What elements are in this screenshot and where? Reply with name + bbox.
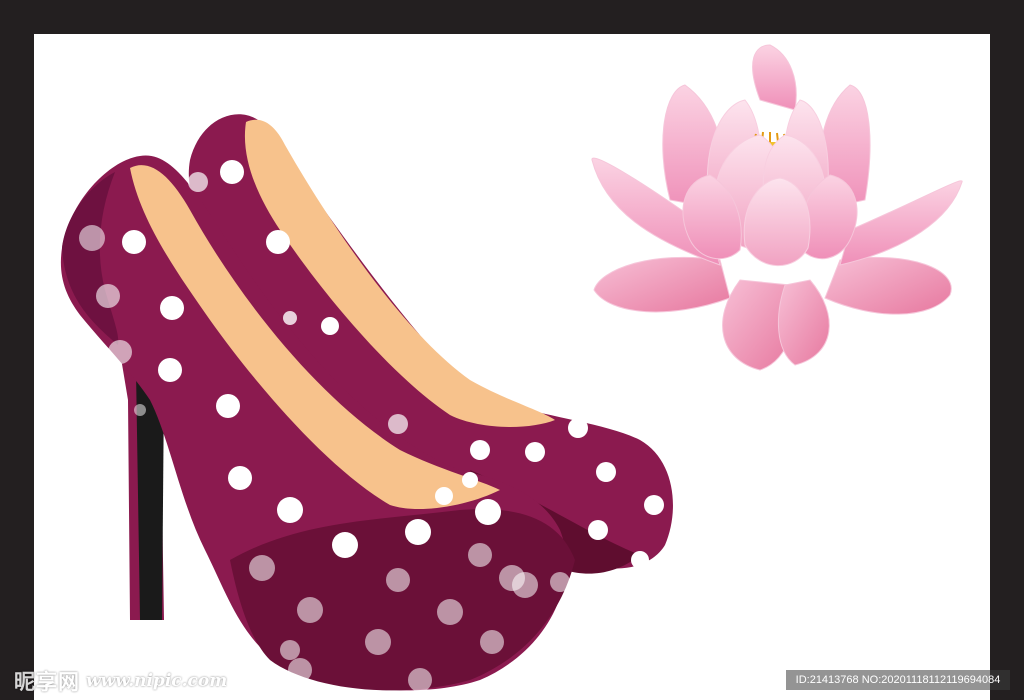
- polka-dot: [108, 340, 132, 364]
- polka-dot: [512, 572, 538, 598]
- polka-dot: [408, 668, 432, 692]
- polka-dot: [280, 640, 300, 660]
- polka-dot: [631, 551, 649, 569]
- polka-dot: [288, 658, 312, 682]
- polka-dot: [96, 284, 120, 308]
- polka-dot: [596, 462, 616, 482]
- polka-dot: [160, 296, 184, 320]
- polka-dot: [644, 495, 664, 515]
- polka-dot: [480, 630, 504, 654]
- polka-dot: [158, 358, 182, 382]
- lotus-flower: [591, 44, 963, 371]
- polka-dot: [277, 497, 303, 523]
- polka-dot: [283, 311, 297, 325]
- polka-dot: [405, 519, 431, 545]
- polka-dot: [437, 599, 463, 625]
- polka-dot: [266, 230, 290, 254]
- polka-dot: [568, 418, 588, 438]
- lotus-petal-bottom-right: [777, 279, 830, 366]
- polka-dot: [332, 532, 358, 558]
- polka-dot: [588, 520, 608, 540]
- polka-dot: [468, 543, 492, 567]
- lotus-petal-top: [752, 44, 797, 111]
- polka-dot: [297, 597, 323, 623]
- polka-dot: [470, 440, 490, 460]
- polka-dot: [134, 404, 146, 416]
- polka-dot: [228, 466, 252, 490]
- polka-dot: [462, 472, 478, 488]
- watermark-id: ID:21413768 NO:20201118112119694084: [786, 670, 1010, 690]
- polka-dot: [220, 160, 244, 184]
- polka-dot: [188, 172, 208, 192]
- polka-dot: [550, 572, 570, 592]
- illustration: [60, 44, 963, 692]
- watermark-brand: 昵享网: [14, 670, 80, 694]
- polka-dot: [365, 629, 391, 655]
- polka-dot: [249, 555, 275, 581]
- polka-dot: [475, 499, 501, 525]
- polka-dot: [386, 568, 410, 592]
- polka-dot: [321, 317, 339, 335]
- polka-dot: [388, 414, 408, 434]
- watermark-logo: 昵享网 www.nipic.com: [14, 667, 227, 695]
- image-frame: 昵享网 www.nipic.com ID:21413768 NO:2020111…: [0, 0, 1024, 700]
- polka-dot: [122, 230, 146, 254]
- lotus-petal-outer-right: [824, 256, 952, 315]
- polka-dot: [216, 394, 240, 418]
- watermark-site: www.nipic.com: [86, 671, 228, 691]
- polka-dot: [435, 487, 453, 505]
- polka-dot: [525, 442, 545, 462]
- polka-dot: [79, 225, 105, 251]
- lotus-petal-outer-left: [593, 256, 731, 313]
